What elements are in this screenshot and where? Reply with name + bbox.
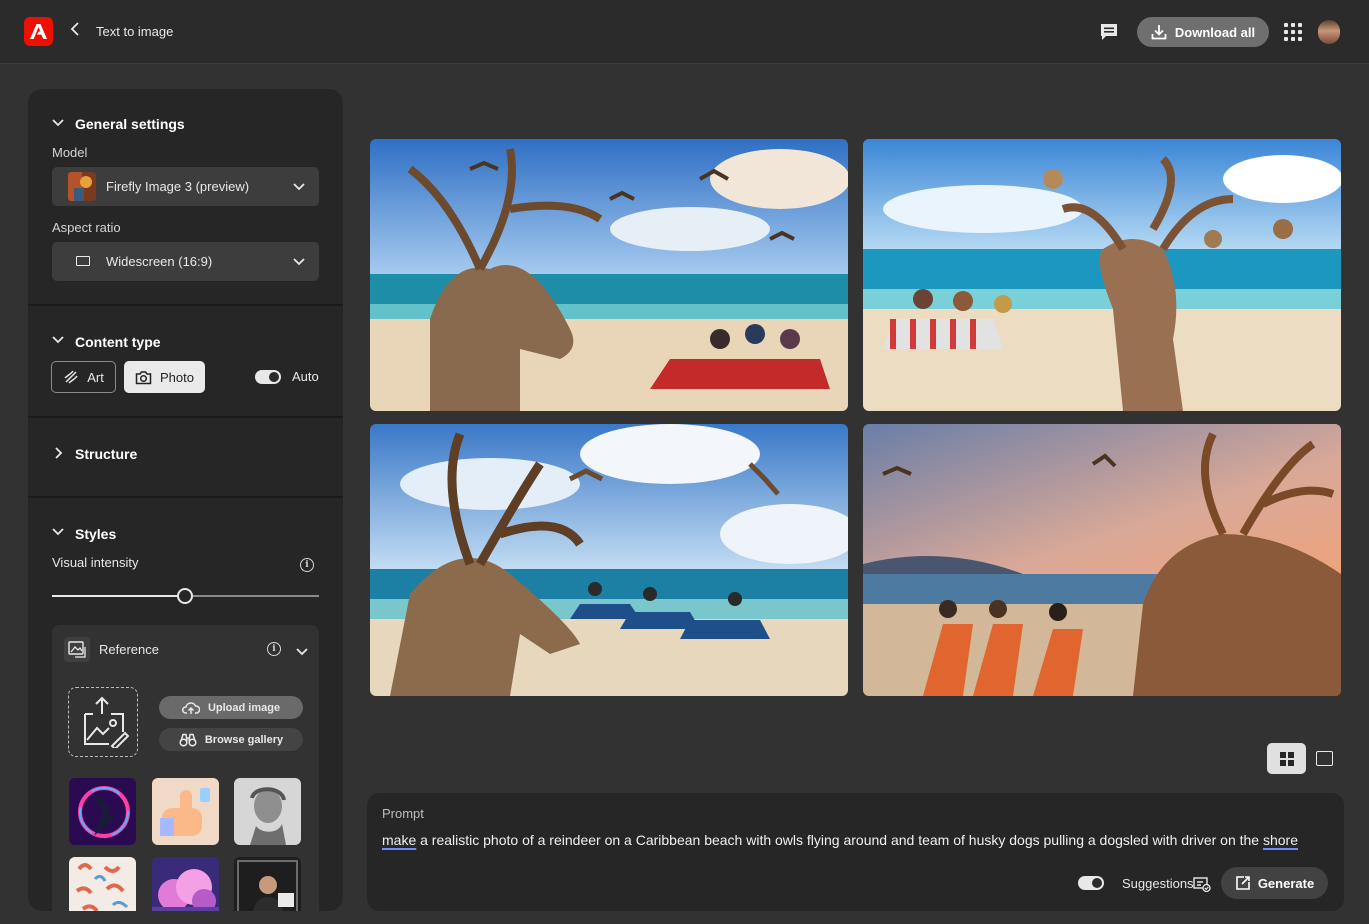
- art-button[interactable]: Art: [51, 361, 116, 393]
- styles-heading[interactable]: Styles: [75, 526, 116, 542]
- photo-label: Photo: [160, 369, 194, 385]
- single-view-button[interactable]: [1316, 751, 1333, 766]
- general-settings-heading[interactable]: General settings: [75, 116, 185, 132]
- app-header: Text to image Download all: [0, 0, 1369, 64]
- style-thumbnail-clouds[interactable]: [152, 857, 219, 911]
- model-thumbnail: [68, 172, 96, 201]
- divider: [28, 304, 343, 306]
- chevron-down-icon[interactable]: [52, 335, 66, 349]
- chevron-right-icon[interactable]: [55, 447, 69, 461]
- info-icon[interactable]: i: [300, 558, 314, 572]
- content-type-heading[interactable]: Content type: [75, 334, 161, 350]
- structure-heading[interactable]: Structure: [75, 446, 137, 462]
- reference-section: Reference i Upload image Browse gallery: [52, 625, 319, 911]
- generate-icon: [1236, 876, 1250, 890]
- reference-label: Reference: [99, 642, 159, 657]
- adobe-logo-icon[interactable]: [24, 17, 53, 46]
- upload-image-label: Upload image: [207, 701, 281, 714]
- chevron-down-icon: [293, 179, 305, 194]
- divider: [28, 496, 343, 498]
- model-select[interactable]: Firefly Image 3 (preview): [52, 167, 319, 206]
- page-title: Text to image: [96, 24, 174, 39]
- widescreen-icon: [76, 256, 90, 266]
- style-thumbnail-portrait[interactable]: [234, 857, 301, 911]
- auto-label: Auto: [292, 369, 319, 384]
- prompt-box[interactable]: Prompt make a realistic photo of a reind…: [367, 793, 1344, 911]
- aspect-ratio-select[interactable]: Widescreen (16:9): [52, 242, 319, 281]
- info-icon[interactable]: i: [267, 642, 281, 656]
- settings-panel: General settings Model Firefly Image 3 (…: [28, 89, 343, 911]
- feedback-icon[interactable]: [1099, 22, 1119, 42]
- photo-button[interactable]: Photo: [124, 361, 205, 393]
- prompt-text-start: make: [382, 832, 417, 848]
- download-all-button[interactable]: Download all: [1137, 17, 1269, 47]
- style-thumbnail-thumbs-up[interactable]: [152, 778, 219, 845]
- style-thumbnail-neon[interactable]: [69, 778, 136, 845]
- back-arrow-icon[interactable]: [70, 22, 86, 42]
- art-brush-icon: [64, 370, 78, 384]
- download-icon: [1151, 25, 1167, 40]
- browse-gallery-label: Browse gallery: [204, 733, 284, 746]
- chevron-down-icon[interactable]: [296, 644, 308, 659]
- divider: [28, 416, 343, 418]
- generated-image-3[interactable]: [370, 424, 848, 696]
- prompt-text-middle: a realistic photo of a reindeer on a Car…: [416, 832, 1263, 848]
- upload-image-icon: [84, 696, 129, 748]
- generated-image-2[interactable]: [863, 139, 1341, 411]
- aspect-ratio-label: Aspect ratio: [52, 220, 121, 235]
- model-label: Model: [52, 145, 88, 160]
- style-thumbnail-pattern[interactable]: [69, 857, 136, 911]
- app-grid-icon[interactable]: [1284, 23, 1302, 41]
- suggestions-toggle[interactable]: [1078, 876, 1104, 890]
- generated-image-4[interactable]: [863, 424, 1341, 696]
- generate-label: Generate: [1257, 875, 1315, 891]
- art-label: Art: [87, 369, 104, 385]
- chevron-down-icon[interactable]: [52, 118, 66, 132]
- chevron-down-icon[interactable]: [52, 527, 66, 541]
- user-avatar[interactable]: [1318, 20, 1340, 44]
- visual-intensity-handle[interactable]: [176, 588, 193, 604]
- auto-toggle[interactable]: [255, 370, 281, 384]
- grid-view-button[interactable]: [1267, 743, 1306, 774]
- chevron-down-icon: [293, 254, 305, 269]
- model-value: Firefly Image 3 (preview): [106, 179, 250, 194]
- camera-icon: [135, 370, 152, 384]
- suggestions-label: Suggestions: [1122, 876, 1194, 891]
- style-thumbnail-sketch[interactable]: [234, 778, 301, 845]
- prompt-label: Prompt: [382, 806, 424, 821]
- generate-button[interactable]: Generate: [1221, 867, 1328, 899]
- aspect-ratio-value: Widescreen (16:9): [106, 254, 213, 269]
- visual-intensity-fill: [52, 595, 186, 597]
- download-all-label: Download all: [1174, 24, 1256, 40]
- image-drop-zone[interactable]: [68, 687, 138, 757]
- generated-image-1[interactable]: [370, 139, 848, 411]
- binoculars-icon: [179, 733, 197, 747]
- prompt-input[interactable]: make a realistic photo of a reindeer on …: [382, 832, 1332, 848]
- suggestions-settings-icon[interactable]: [1193, 876, 1211, 895]
- visual-intensity-label: Visual intensity: [52, 555, 139, 570]
- upload-image-button[interactable]: Upload image: [159, 696, 303, 719]
- prompt-text-end: shore: [1262, 832, 1298, 848]
- cloud-upload-icon: [181, 701, 200, 714]
- reference-image-icon: [64, 637, 90, 662]
- browse-gallery-button[interactable]: Browse gallery: [159, 728, 303, 751]
